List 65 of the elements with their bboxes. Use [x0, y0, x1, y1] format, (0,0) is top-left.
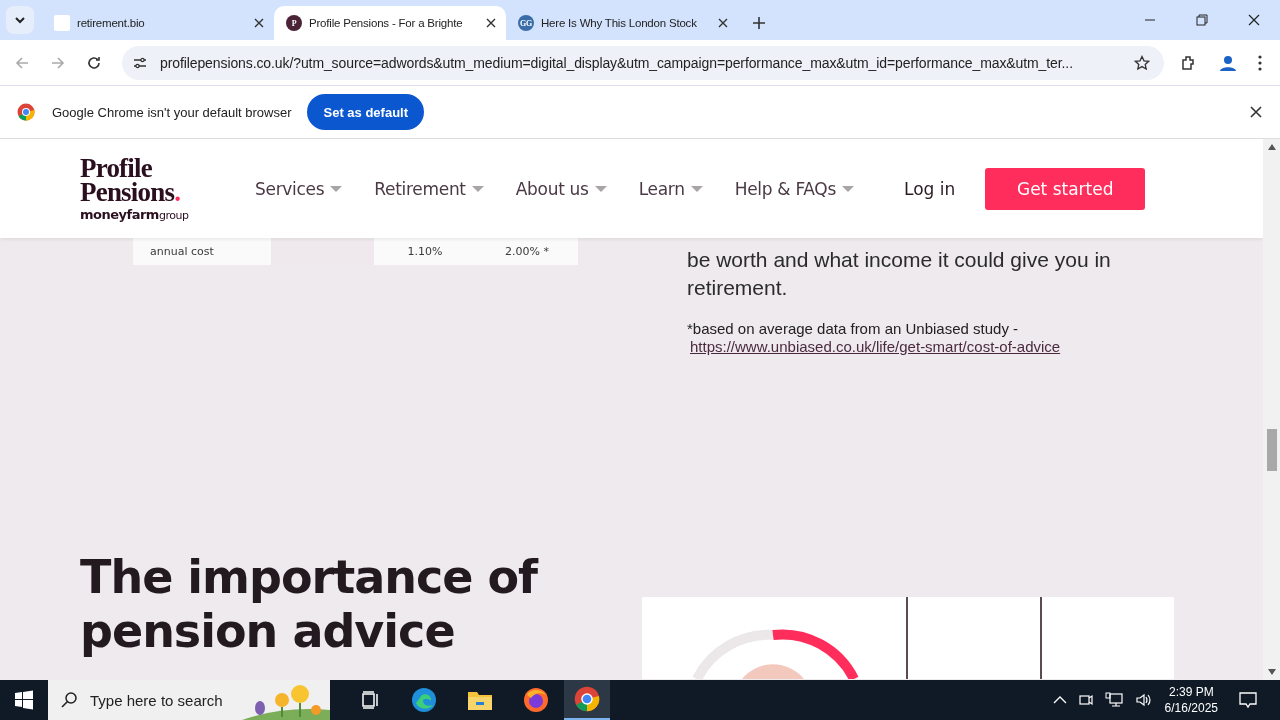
close-icon[interactable]: [1248, 14, 1260, 26]
body-paragraph: be worth and what income it could give you in retirement.: [687, 247, 1112, 301]
chrome-logo-icon: [17, 103, 35, 121]
scrollbar[interactable]: [1263, 139, 1280, 680]
section-heading: The importance of pension advice: [80, 550, 540, 660]
chrome-icon: [574, 686, 600, 712]
clock-time[interactable]: 2:39 PM: [1168, 684, 1214, 700]
menu-icon[interactable]: [1258, 54, 1262, 71]
close-icon[interactable]: [254, 18, 264, 28]
task-view-icon[interactable]: [361, 690, 381, 710]
site-favicon: GG: [518, 15, 534, 31]
site-favicon: P: [286, 15, 302, 31]
tab-search-button[interactable]: [6, 6, 34, 34]
set-as-default-button[interactable]: Set as default: [307, 94, 424, 130]
footnote: *based on average data from an Unbiased study -: [687, 320, 1020, 338]
reload-icon[interactable]: [86, 54, 102, 71]
table-cell: 1.10%: [374, 238, 476, 265]
table-cell: 2.00% *: [476, 238, 578, 265]
default-browser-message: Google Chrome isn't your default browser: [52, 104, 292, 120]
search-icon: [60, 691, 78, 709]
chevron-down-icon: [14, 16, 26, 24]
restore-icon[interactable]: [1196, 14, 1208, 26]
nav-menu-item[interactable]: Retirement: [374, 178, 484, 199]
scroll-up-icon[interactable]: [1267, 144, 1276, 150]
caret-icon: [690, 185, 703, 192]
nav-menu-item[interactable]: Learn: [638, 178, 703, 199]
caret-icon: [330, 185, 343, 192]
chevron-up-icon[interactable]: [1052, 695, 1067, 705]
address-bar[interactable]: profilepensions.co.uk/?utm_source=adwords&utm_medium=digital_display&utm_campaign=performance_max&utm_id=performance_max&utm_ter...: [122, 45, 1164, 80]
scroll-down-icon[interactable]: [1267, 669, 1276, 675]
tab-title: Profile Pensions - For a Brighte: [309, 17, 464, 29]
taskbar-search-field[interactable]: Type here to search: [48, 680, 330, 720]
speaker-icon[interactable]: [1134, 692, 1153, 708]
edge-browser-icon[interactable]: [411, 687, 437, 713]
profile-pensions-logo[interactable]: Profile Pensions. moneyfarmgroup: [80, 155, 255, 222]
caret-icon: [841, 185, 854, 192]
browser-tab[interactable]: retirement.bio: [42, 6, 274, 40]
caret-icon: [594, 185, 607, 192]
browser-tab[interactable]: P Profile Pensions - For a Brighte: [274, 6, 506, 40]
file-explorer-icon[interactable]: [467, 689, 493, 711]
close-icon[interactable]: [1250, 106, 1262, 118]
source-link[interactable]: https://www.unbiased.co.uk/life/get-smart/cost-of-advice: [690, 338, 1061, 356]
log-in-link[interactable]: Log in: [903, 178, 956, 199]
scroll-thumb[interactable]: [1266, 428, 1277, 471]
chrome-taskbar-button[interactable]: [564, 680, 610, 720]
close-icon[interactable]: [486, 18, 496, 28]
close-icon[interactable]: [718, 18, 728, 28]
nav-menu-item[interactable]: Help & FAQs: [734, 178, 854, 199]
tab-title: Here Is Why This London Stock: [541, 17, 698, 29]
windows-start-icon[interactable]: [14, 690, 34, 710]
camera-icon[interactable]: [1078, 692, 1093, 708]
tab-title: retirement.bio: [77, 17, 146, 29]
caret-icon: [471, 185, 484, 192]
network-icon[interactable]: [1104, 692, 1123, 708]
page-icon: [54, 15, 70, 31]
browser-tab[interactable]: GG Here Is Why This London Stock: [506, 6, 738, 40]
get-started-button[interactable]: Get started: [985, 167, 1146, 210]
clock-date[interactable]: 6/16/2025: [1164, 700, 1218, 716]
notifications-icon[interactable]: [1238, 690, 1258, 710]
nav-menu-item[interactable]: About us: [515, 178, 607, 199]
nav-menu-item[interactable]: Services: [255, 178, 343, 199]
bookmark-star-icon[interactable]: [1134, 54, 1150, 71]
firefox-icon[interactable]: [523, 687, 549, 713]
table-cell: annual cost: [133, 238, 271, 265]
new-tab-icon[interactable]: [752, 16, 766, 30]
